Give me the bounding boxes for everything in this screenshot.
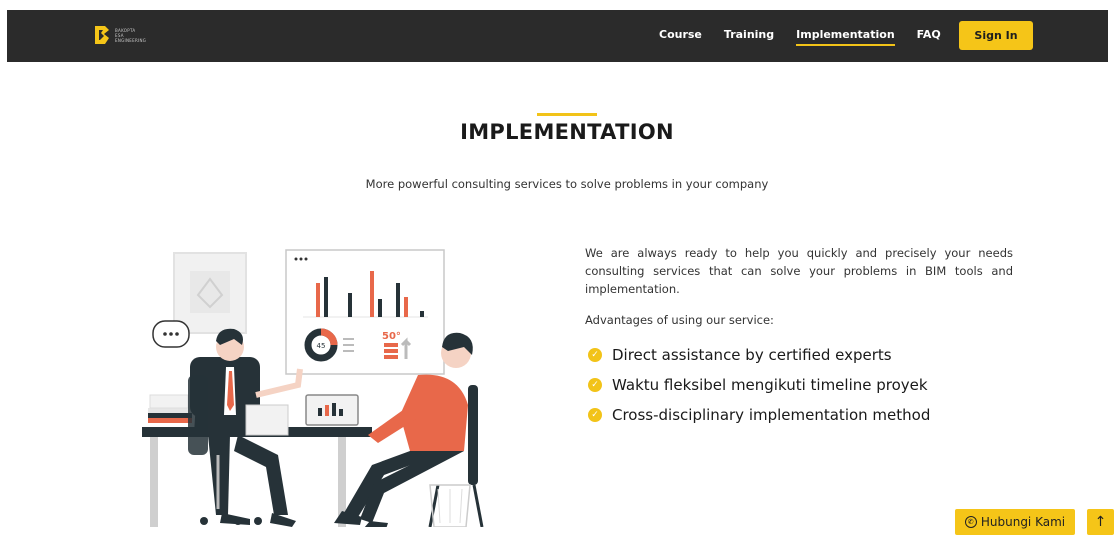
page-title: IMPLEMENTATION	[460, 120, 674, 144]
service-description: We are always ready to help you quickly …	[585, 246, 1013, 296]
advantage-item: ✓ Cross-disciplinary implementation meth…	[588, 400, 930, 430]
back-to-top-button[interactable]: ↑	[1087, 509, 1114, 535]
title-accent-bar	[537, 113, 597, 116]
advantages-heading: Advantages of using our service:	[585, 313, 774, 327]
company-logo[interactable]: BAKOPTA ESA ENGINEERING	[93, 24, 146, 46]
nav-training[interactable]: Training	[724, 28, 774, 46]
advantage-text: Waktu fleksibel mengikuti timeline proye…	[612, 376, 928, 394]
advantage-text: Cross-disciplinary implementation method	[612, 406, 931, 424]
advantage-text: Direct assistance by certified experts	[612, 346, 892, 364]
badge-50: 50°	[382, 331, 401, 342]
advantage-item: ✓ Direct assistance by certified experts	[588, 340, 930, 370]
contact-label: Hubungi Kami	[980, 515, 1066, 529]
logo-line: ENGINEERING	[115, 37, 147, 43]
presentation-board: 45 50°	[285, 249, 445, 375]
logo-wordmark: BAKOPTA ESA ENGINEERING	[115, 28, 146, 43]
nav-course[interactable]: Course	[659, 28, 702, 46]
whatsapp-icon: ✆	[964, 516, 977, 528]
speech-bubble-icon	[152, 320, 190, 348]
check-icon: ✓	[588, 348, 602, 362]
advantages-list: ✓ Direct assistance by certified experts…	[588, 340, 930, 430]
page-subtitle: More powerful consulting services to sol…	[365, 177, 769, 191]
contact-whatsapp-button[interactable]: ✆ Hubungi Kami	[955, 509, 1075, 535]
logo-icon	[95, 26, 109, 44]
nav-implementation[interactable]: Implementation	[796, 28, 895, 46]
laptop-icon	[305, 394, 359, 426]
advantage-item: ✓ Waktu fleksibel mengikuti timeline pro…	[588, 370, 930, 400]
arrow-up-icon: ↑	[1094, 514, 1107, 530]
donut-value: 45	[317, 342, 326, 350]
main-nav: Course Training Implementation FAQ	[659, 28, 963, 46]
check-icon: ✓	[588, 378, 602, 392]
nav-faq[interactable]: FAQ	[917, 28, 941, 46]
check-icon: ✓	[588, 408, 602, 422]
sign-in-button[interactable]: Sign In	[959, 21, 1033, 50]
top-navbar: BAKOPTA ESA ENGINEERING Course Training …	[7, 10, 1108, 62]
consulting-illustration: 45 50°	[142, 249, 484, 527]
wall-frame-icon	[173, 252, 247, 334]
